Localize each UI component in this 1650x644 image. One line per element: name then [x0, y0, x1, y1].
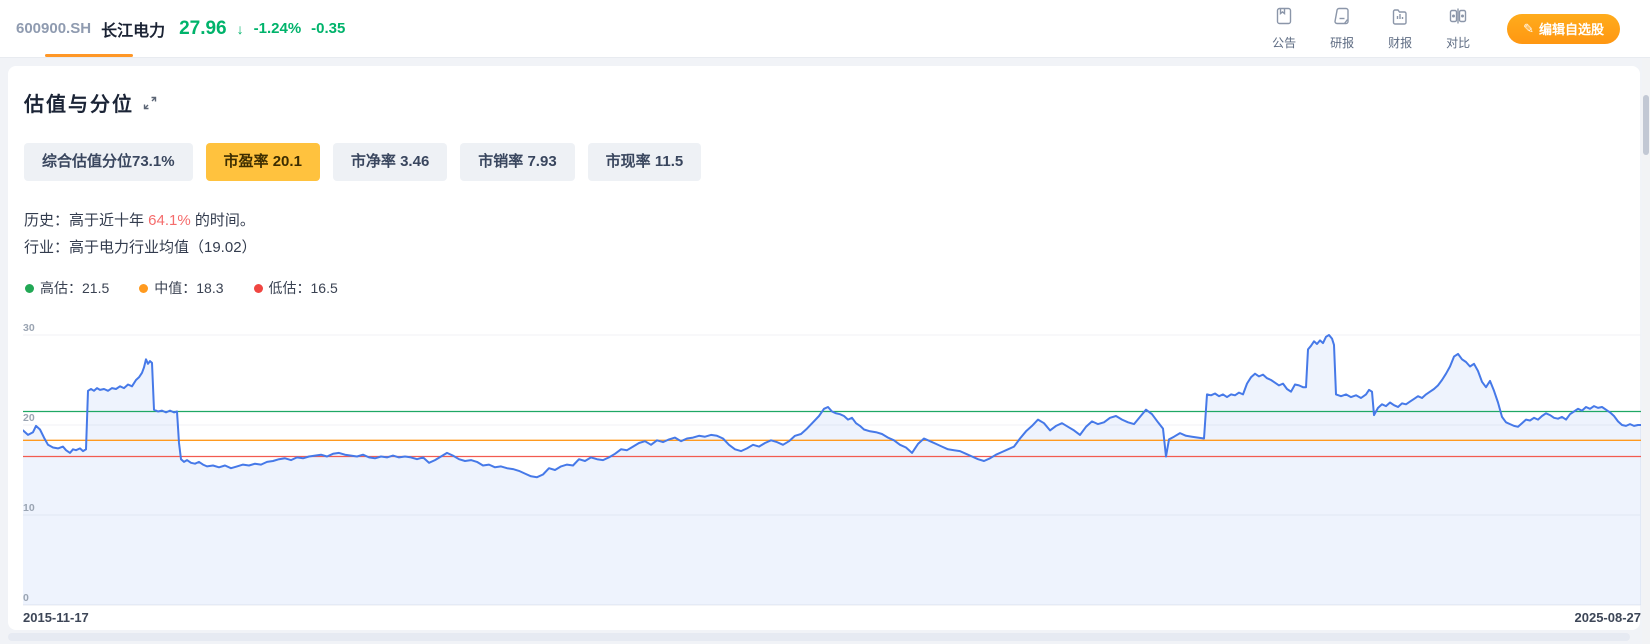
valuation-summary: 历史：高于近十年 64.1% 的时间。 行业：高于电力行业均值（19.02） [24, 207, 1632, 261]
stock-code: 600900.SH [16, 20, 91, 37]
section-title-row: 估值与分位 [24, 88, 1632, 117]
svg-text:20: 20 [23, 412, 35, 424]
industry-line: 行业：高于电力行业均值（19.02） [24, 234, 1632, 261]
history-line: 历史：高于近十年 64.1% 的时间。 [24, 207, 1632, 234]
legend-item-median: 中值：18.3 [139, 278, 223, 298]
section-title: 估值与分位 [24, 88, 134, 117]
undervalued-dot-icon [254, 284, 263, 293]
stock-price: 27.96 [179, 18, 227, 40]
tab-pe-ratio[interactable]: 市盈率 20.1 [206, 143, 320, 181]
vertical-scrollbar-thumb[interactable] [1643, 95, 1649, 155]
announcement-icon [1274, 6, 1294, 31]
research-report-icon [1332, 6, 1352, 31]
chart-x-axis: 2015-11-17 2025-08-27 [23, 610, 1641, 625]
edit-pencil-icon: ✎ [1523, 21, 1534, 37]
history-line-prefix: 历史：高于近十年 [24, 212, 148, 229]
stock-info: 600900.SH 长江电力 27.96 ↓ -1.24% -0.35 [16, 17, 345, 41]
action-label: 对比 [1446, 34, 1470, 51]
legend-item-overvalued: 高估：21.5 [25, 278, 109, 298]
legend-item-undervalued: 低估：16.5 [254, 278, 338, 298]
svg-text:30: 30 [23, 322, 35, 334]
tab-pb-ratio[interactable]: 市净率 3.46 [333, 143, 447, 181]
stock-change-percent: -1.24% [254, 20, 302, 37]
svg-text:10: 10 [23, 502, 35, 514]
vertical-scrollbar[interactable] [1642, 58, 1650, 644]
x-axis-start-date: 2015-11-17 [23, 610, 89, 625]
stock-name[interactable]: 长江电力 [101, 17, 165, 41]
legend-label: 中值：18.3 [154, 278, 223, 298]
svg-text:0: 0 [23, 592, 29, 604]
stock-header: 600900.SH 长江电力 27.96 ↓ -1.24% -0.35 公告 [0, 0, 1650, 58]
tab-ps-ratio[interactable]: 市销率 7.93 [460, 143, 574, 181]
legend-label: 低估：16.5 [269, 278, 338, 298]
pe-trend-chart-container[interactable]: 0 10 20 30 [23, 308, 1641, 608]
edit-watchlist-button[interactable]: ✎ 编辑自选股 [1507, 14, 1620, 44]
median-dot-icon [139, 284, 148, 293]
research-reports-button[interactable]: 研报 [1325, 6, 1359, 51]
header-actions: 公告 研报 财报 [1267, 6, 1634, 51]
action-label: 公告 [1272, 34, 1296, 51]
valuation-card: 估值与分位 综合估值分位73.1% 市盈率 20.1 市净率 3.46 市销率 … [8, 66, 1640, 630]
horizontal-scrollbar[interactable] [8, 633, 1630, 641]
valuation-tabs: 综合估值分位73.1% 市盈率 20.1 市净率 3.46 市销率 7.93 市… [24, 143, 1632, 181]
compare-icon [1448, 6, 1468, 31]
stock-change-value: -0.35 [311, 20, 345, 37]
legend-label: 高估：21.5 [40, 278, 109, 298]
history-line-suffix: 的时间。 [191, 212, 255, 229]
edit-watchlist-label: 编辑自选股 [1539, 19, 1604, 38]
price-down-arrow-icon: ↓ [237, 21, 244, 37]
overvalued-dot-icon [25, 284, 34, 293]
history-percent-highlight: 64.1% [148, 212, 191, 229]
tab-pcf-ratio[interactable]: 市现率 11.5 [588, 143, 702, 181]
financial-reports-button[interactable]: 财报 [1383, 6, 1417, 51]
action-label: 财报 [1388, 34, 1412, 51]
tab-composite-percentile[interactable]: 综合估值分位73.1% [24, 143, 193, 181]
active-stock-tab-indicator [45, 54, 133, 57]
x-axis-end-date: 2025-08-27 [1575, 610, 1642, 625]
compare-button[interactable]: 对比 [1441, 6, 1475, 51]
pe-trend-chart: 0 10 20 30 [23, 308, 1641, 608]
chart-legend: 高估：21.5 中值：18.3 低估：16.5 [25, 278, 1632, 298]
expand-fullscreen-icon[interactable] [142, 95, 158, 111]
financial-report-icon [1390, 6, 1410, 31]
action-label: 研报 [1330, 34, 1354, 51]
announcements-button[interactable]: 公告 [1267, 6, 1301, 51]
